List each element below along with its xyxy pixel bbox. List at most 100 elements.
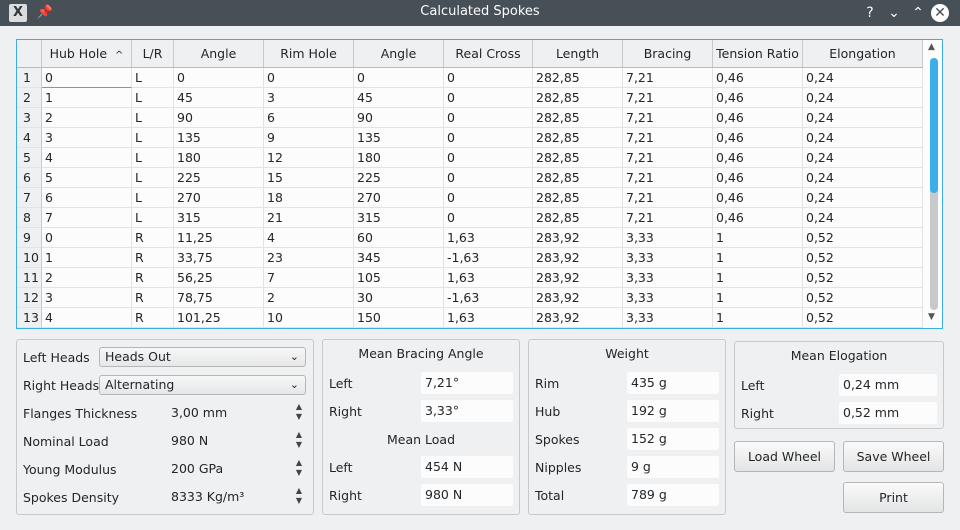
table-cell[interactable]: 0,52 — [803, 308, 923, 328]
spokes-table[interactable]: Hub Hole ^ L/R Angle Rim Hole Angle Real Cross… — [16, 39, 943, 329]
table-cell[interactable]: 7,21 — [623, 88, 713, 108]
table-cell[interactable]: 0,24 — [803, 88, 923, 108]
table-cell[interactable]: 7,21 — [623, 208, 713, 228]
table-cell[interactable]: 3,33 — [623, 288, 713, 308]
table-cell[interactable]: 7 — [42, 208, 132, 228]
table-cell[interactable]: 0,46 — [713, 68, 803, 88]
table-cell[interactable]: L — [132, 108, 174, 128]
table-cell[interactable]: 1,63 — [444, 308, 533, 328]
minimize-button[interactable]: ⌄ — [884, 3, 904, 23]
table-cell[interactable]: 0,52 — [803, 288, 923, 308]
column-header[interactable]: Length — [533, 40, 623, 67]
spin-down-icon[interactable]: ▼ — [293, 496, 305, 506]
spin-arrows[interactable]: ▲ ▼ — [293, 486, 305, 506]
table-cell[interactable]: L — [132, 188, 174, 208]
scroll-up-icon[interactable]: ▲ — [928, 42, 935, 52]
table-cell[interactable]: L — [132, 148, 174, 168]
row-number[interactable]: 8 — [17, 208, 42, 228]
table-cell[interactable]: 283,92 — [533, 248, 623, 268]
column-header[interactable]: Real Cross — [444, 40, 533, 67]
scroll-thumb[interactable] — [930, 58, 938, 193]
table-cell[interactable]: 0,46 — [713, 128, 803, 148]
table-cell[interactable]: 0,46 — [713, 108, 803, 128]
save-wheel-button[interactable]: Save Wheel — [843, 441, 944, 472]
table-cell[interactable]: 0 — [444, 188, 533, 208]
title-bar[interactable]: X 📌 Calculated Spokes ? ⌄ ⌃ ✕ — [0, 0, 960, 26]
table-cell[interactable]: 0,24 — [803, 108, 923, 128]
table-cell[interactable]: L — [132, 168, 174, 188]
table-row[interactable]: 6 5 L 225 15 225 0 282,85 7,21 0,46 0,24 — [17, 168, 923, 188]
table-cell[interactable]: 0,46 — [713, 168, 803, 188]
column-header[interactable]: Hub Hole ^ — [42, 40, 132, 67]
table-cell[interactable]: R — [132, 248, 174, 268]
table-cell[interactable]: 282,85 — [533, 188, 623, 208]
row-number[interactable]: 12 — [17, 288, 42, 308]
table-cell[interactable]: 4 — [264, 228, 354, 248]
right-heads-select[interactable]: Alternating ⌄ — [99, 375, 306, 395]
table-cell[interactable]: 282,85 — [533, 148, 623, 168]
table-cell[interactable]: 1 — [713, 248, 803, 268]
table-cell[interactable]: 1 — [713, 268, 803, 288]
row-number[interactable]: 13 — [17, 308, 42, 328]
table-cell[interactable]: 1,63 — [444, 268, 533, 288]
table-cell[interactable]: 3,33 — [623, 308, 713, 328]
table-cell[interactable]: 0 — [444, 148, 533, 168]
table-cell[interactable]: 3 — [42, 128, 132, 148]
table-cell[interactable]: 282,85 — [533, 128, 623, 148]
table-cell[interactable]: 56,25 — [174, 268, 264, 288]
table-cell[interactable]: 0 — [354, 68, 444, 88]
table-cell[interactable]: 60 — [354, 228, 444, 248]
table-cell[interactable]: 0 — [444, 108, 533, 128]
table-cell[interactable]: 315 — [174, 208, 264, 228]
table-cell[interactable]: 1 — [42, 88, 132, 108]
table-cell[interactable]: 18 — [264, 188, 354, 208]
table-cell[interactable]: 30 — [354, 288, 444, 308]
table-cell[interactable]: 11,25 — [174, 228, 264, 248]
table-cell[interactable]: L — [132, 68, 174, 88]
table-row[interactable]: 4 3 L 135 9 135 0 282,85 7,21 0,46 0,24 — [17, 128, 923, 148]
maximize-button[interactable]: ⌃ — [908, 3, 928, 23]
spin-down-icon[interactable]: ▼ — [293, 440, 305, 450]
table-cell[interactable]: 0 — [444, 168, 533, 188]
table-cell[interactable]: 1 — [42, 248, 132, 268]
spin-down-icon[interactable]: ▼ — [293, 412, 305, 422]
table-cell[interactable]: 1,63 — [444, 228, 533, 248]
table-cell[interactable]: 345 — [354, 248, 444, 268]
flanges-thickness-spinbox[interactable]: 3,00 mm ▲ ▼ — [167, 401, 307, 425]
column-header[interactable]: Angle — [354, 40, 444, 67]
table-cell[interactable]: 6 — [264, 108, 354, 128]
table-cell[interactable]: 7,21 — [623, 168, 713, 188]
table-cell[interactable]: 90 — [354, 108, 444, 128]
table-cell[interactable]: R — [132, 268, 174, 288]
table-cell[interactable]: 7 — [264, 268, 354, 288]
table-cell[interactable]: 0,46 — [713, 188, 803, 208]
table-cell[interactable]: 90 — [174, 108, 264, 128]
table-row[interactable]: 1 0 L 0 0 0 0 282,85 7,21 0,46 0,24 — [17, 68, 923, 88]
table-cell[interactable]: 2 — [42, 268, 132, 288]
table-cell[interactable]: 283,92 — [533, 288, 623, 308]
table-cell[interactable]: 1 — [713, 228, 803, 248]
row-number[interactable]: 10 — [17, 248, 42, 268]
table-cell[interactable]: 0,46 — [713, 148, 803, 168]
column-header[interactable]: L/R — [132, 40, 174, 67]
table-cell[interactable]: 225 — [354, 168, 444, 188]
row-number[interactable]: 3 — [17, 108, 42, 128]
column-header[interactable]: Bracing — [623, 40, 713, 67]
table-row[interactable]: 13 4 R 101,25 10 150 1,63 283,92 3,33 1 0,52 — [17, 308, 923, 328]
table-cell[interactable]: 0 — [264, 68, 354, 88]
table-cell[interactable]: 105 — [354, 268, 444, 288]
table-cell[interactable]: 283,92 — [533, 228, 623, 248]
left-heads-select[interactable]: Heads Out ⌄ — [99, 347, 306, 367]
table-cell[interactable]: 283,92 — [533, 268, 623, 288]
table-cell[interactable]: 9 — [264, 128, 354, 148]
spin-up-icon[interactable]: ▲ — [293, 430, 305, 440]
table-cell[interactable]: 7,21 — [623, 128, 713, 148]
table-cell[interactable]: 1 — [713, 308, 803, 328]
table-cell[interactable]: 2 — [264, 288, 354, 308]
table-cell[interactable]: 23 — [264, 248, 354, 268]
table-cell[interactable]: 0 — [42, 228, 132, 248]
table-cell[interactable]: -1,63 — [444, 288, 533, 308]
young-modulus-spinbox[interactable]: 200 GPa ▲ ▼ — [167, 457, 307, 481]
table-row[interactable]: 11 2 R 56,25 7 105 1,63 283,92 3,33 1 0,52 — [17, 268, 923, 288]
table-cell[interactable]: -1,63 — [444, 248, 533, 268]
